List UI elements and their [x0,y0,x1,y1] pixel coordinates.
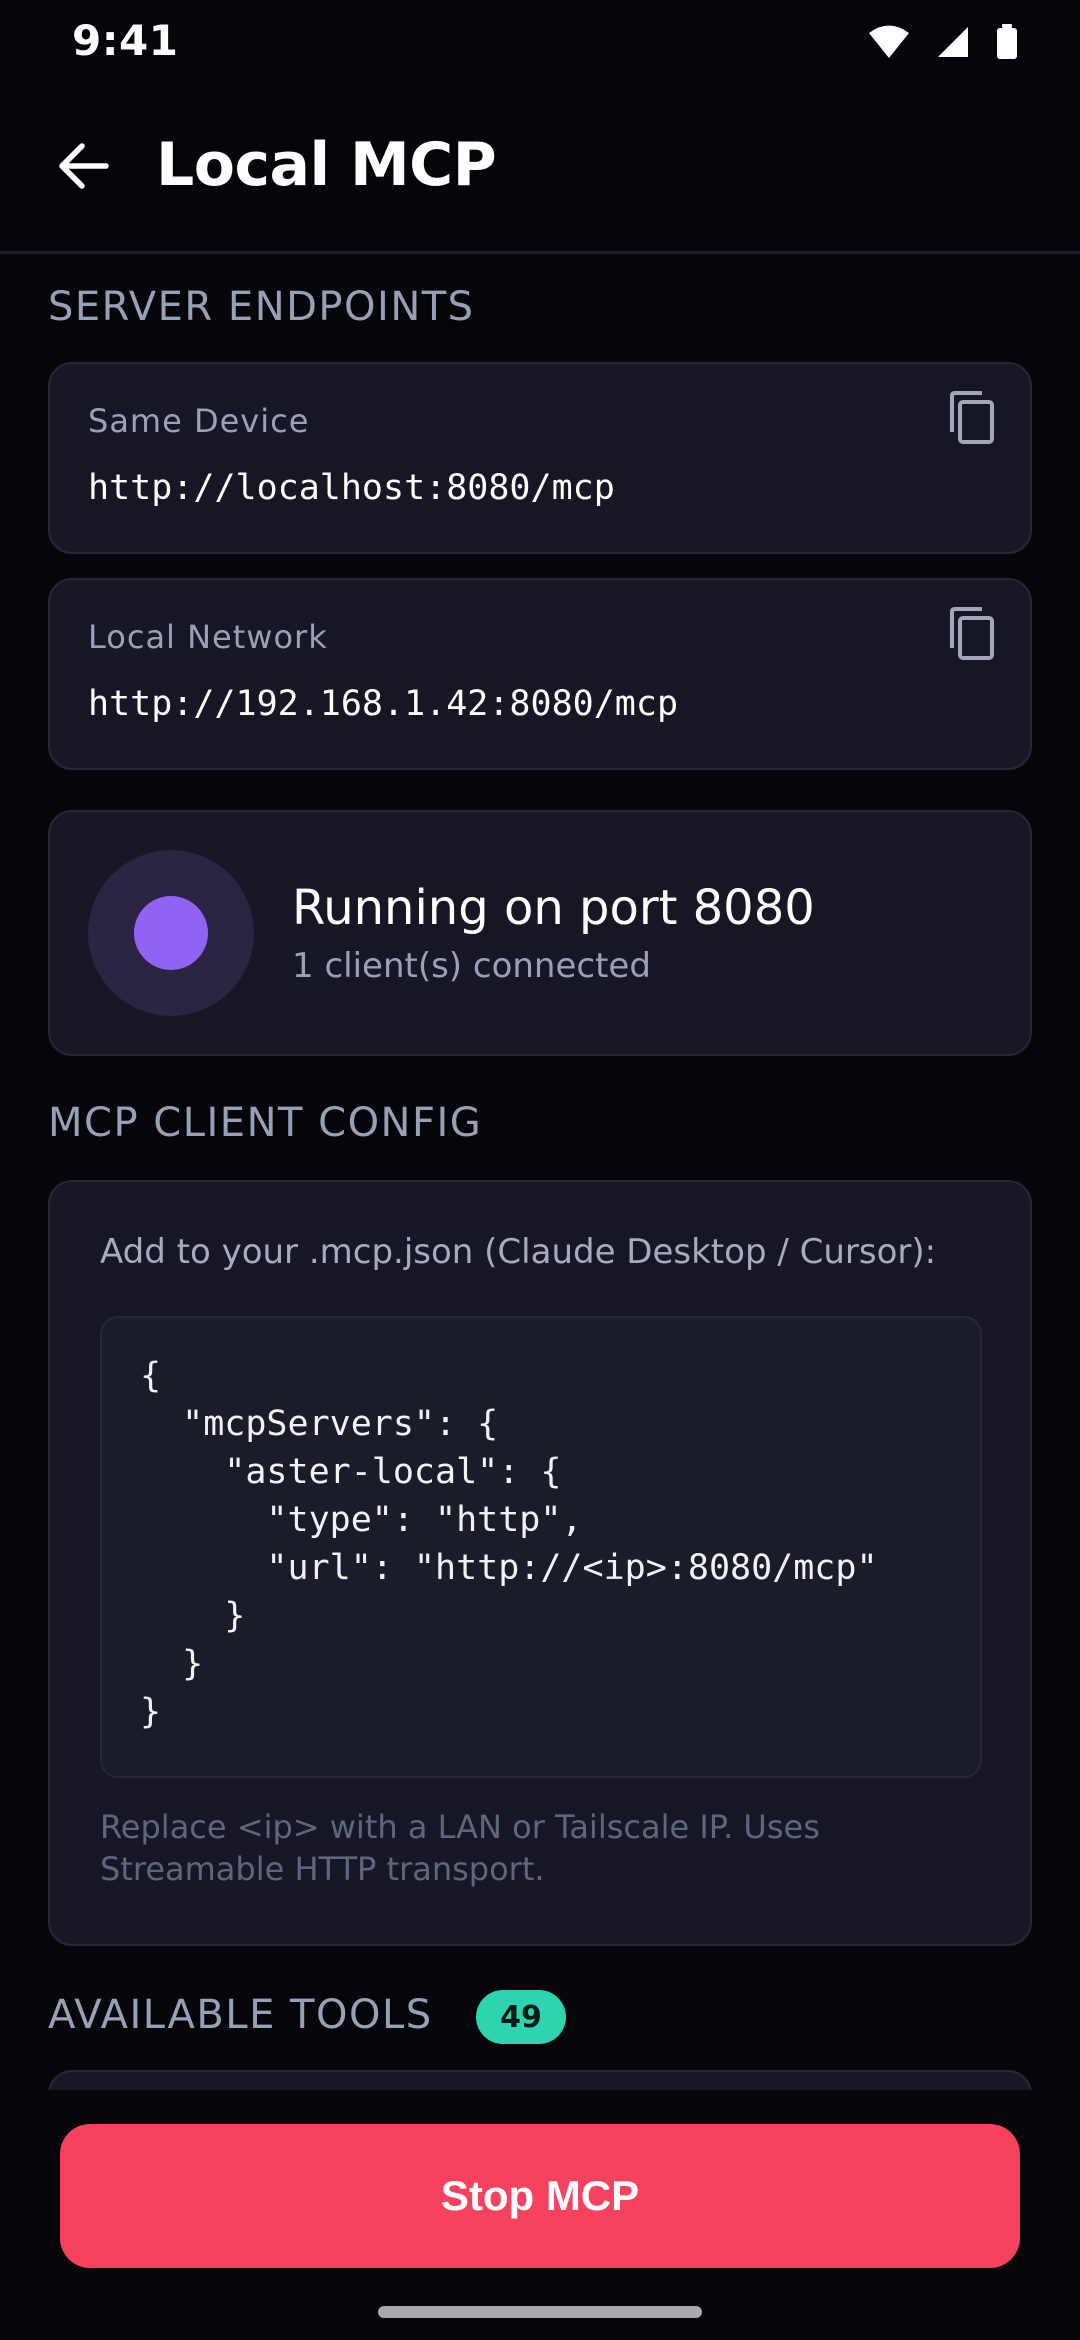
config-intro-text: Add to your .mcp.json (Claude Desktop / … [100,1232,937,1272]
endpoint-card-same-device: Same Device http://localhost:8080/mcp [48,362,1032,554]
battery-icon [996,24,1018,64]
local-mcp-screen: 9:41 Local MCP SERVER ENDPOINTS Same Dev… [0,0,1080,2340]
back-button[interactable] [48,132,120,204]
status-dot [134,896,208,970]
endpoint-card-local-network: Local Network http://192.168.1.42:8080/m… [48,578,1032,770]
available-tools-heading: AVAILABLE TOOLS [48,1992,433,2038]
endpoint-label: Local Network [88,618,328,656]
copy-icon [946,606,998,666]
cellular-signal-icon [936,25,970,63]
endpoint-label: Same Device [88,402,310,440]
arrow-left-icon [56,138,112,198]
client-config-heading: MCP CLIENT CONFIG [48,1100,483,1146]
server-endpoints-heading: SERVER ENDPOINTS [48,284,475,330]
app-bar: Local MCP [0,84,1080,254]
home-indicator[interactable] [378,2306,702,2318]
endpoint-url: http://192.168.1.42:8080/mcp [88,684,679,724]
copy-same-device-url-button[interactable] [940,388,1004,452]
server-status-title: Running on port 8080 [292,880,815,936]
config-note: Replace <ip> with a LAN or Tailscale IP.… [100,1808,820,1888]
config-code-text: { "mcpServers": { "aster-local": { "type… [140,1356,878,1732]
server-status-card: Running on port 8080 1 client(s) connect… [48,810,1032,1056]
client-config-card: Add to your .mcp.json (Claude Desktop / … [48,1180,1032,1946]
tools-count-badge: 49 [476,1990,566,2044]
status-icons [868,24,1018,64]
status-indicator [88,850,254,1016]
status-time: 9:41 [72,16,179,65]
copy-local-network-url-button[interactable] [940,604,1004,668]
connected-clients-text: 1 client(s) connected [292,946,651,986]
config-code-block[interactable]: { "mcpServers": { "aster-local": { "type… [100,1316,982,1778]
stop-mcp-button[interactable]: Stop MCP [60,2124,1020,2268]
endpoint-url: http://localhost:8080/mcp [88,468,615,508]
status-bar: 9:41 [0,0,1080,84]
copy-icon [946,390,998,450]
page-title: Local MCP [156,130,497,200]
wifi-icon [868,24,910,64]
